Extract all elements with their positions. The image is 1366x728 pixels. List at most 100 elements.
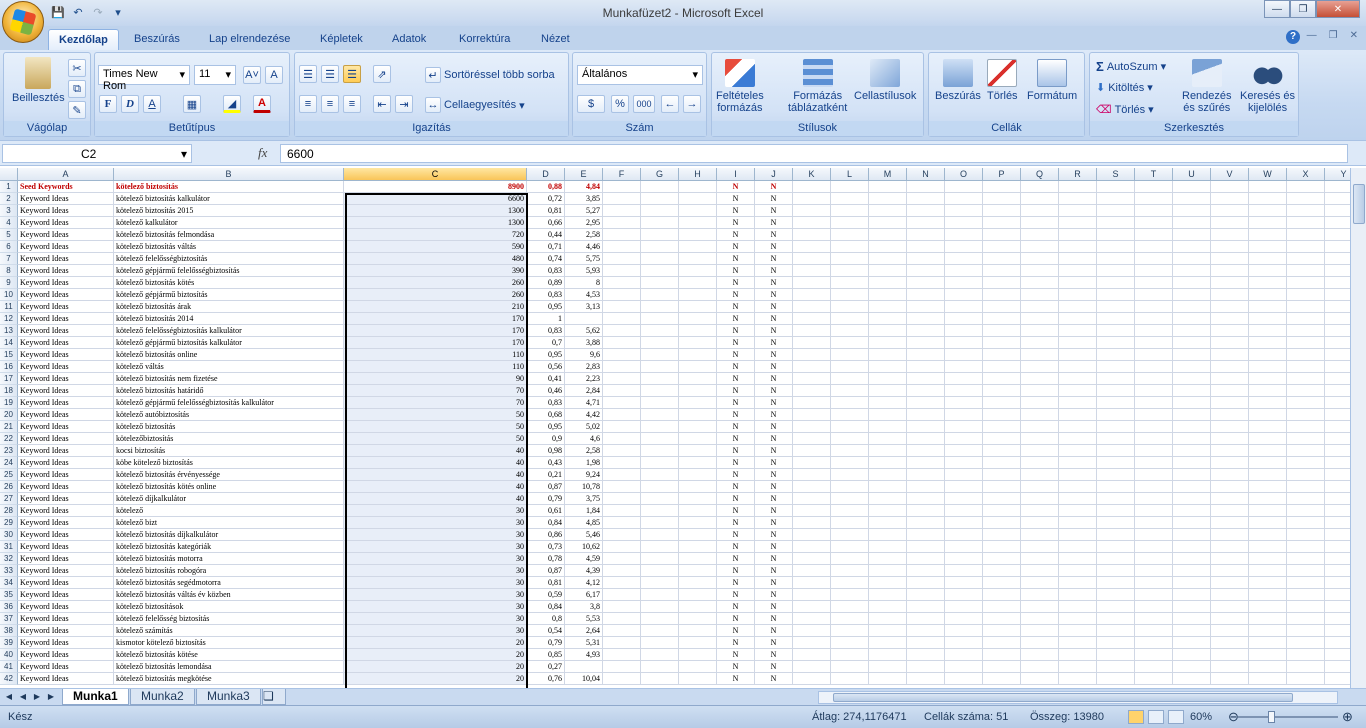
cell[interactable] xyxy=(1021,361,1059,373)
cell[interactable]: N xyxy=(717,469,755,481)
cell[interactable] xyxy=(1059,529,1097,541)
cell[interactable] xyxy=(1325,577,1350,589)
cell[interactable] xyxy=(831,589,869,601)
cell[interactable] xyxy=(793,337,831,349)
cell[interactable] xyxy=(1211,469,1249,481)
cell[interactable]: 40 xyxy=(344,469,527,481)
cell[interactable] xyxy=(1059,361,1097,373)
cell[interactable]: Keyword Ideas xyxy=(18,229,114,241)
cell[interactable]: 0,8 xyxy=(527,613,565,625)
zoom-slider-knob[interactable] xyxy=(1268,711,1275,723)
cell[interactable]: köbe kötelező biztosítás xyxy=(114,457,344,469)
cell[interactable] xyxy=(1173,541,1211,553)
cell[interactable] xyxy=(869,205,907,217)
cell[interactable]: kötelező biztosítás kalkulátor xyxy=(114,193,344,205)
cell[interactable] xyxy=(1325,409,1350,421)
cell[interactable] xyxy=(793,589,831,601)
cell[interactable]: N xyxy=(717,301,755,313)
cell[interactable] xyxy=(1135,517,1173,529)
cell[interactable]: N xyxy=(755,541,793,553)
cell[interactable] xyxy=(983,553,1021,565)
cell[interactable]: 2,83 xyxy=(565,361,603,373)
cell[interactable] xyxy=(679,469,717,481)
cell[interactable]: 40 xyxy=(344,457,527,469)
cell[interactable] xyxy=(1135,661,1173,673)
align-top-icon[interactable]: ☰ xyxy=(299,65,317,83)
cell[interactable] xyxy=(1059,493,1097,505)
cell[interactable] xyxy=(793,613,831,625)
cell[interactable] xyxy=(1249,217,1287,229)
cell[interactable]: 4,42 xyxy=(565,409,603,421)
cell[interactable] xyxy=(1059,373,1097,385)
cell[interactable]: 5,53 xyxy=(565,613,603,625)
cell[interactable] xyxy=(831,409,869,421)
close-button[interactable]: ✕ xyxy=(1316,0,1360,18)
cell[interactable]: 0,43 xyxy=(527,457,565,469)
horizontal-scroll-thumb[interactable] xyxy=(833,693,1293,702)
cell[interactable]: N xyxy=(717,529,755,541)
horizontal-scrollbar[interactable] xyxy=(818,691,1338,704)
cell[interactable] xyxy=(1249,193,1287,205)
cell[interactable] xyxy=(1249,541,1287,553)
cell[interactable] xyxy=(1249,565,1287,577)
cell[interactable] xyxy=(1135,481,1173,493)
cell[interactable]: N xyxy=(717,325,755,337)
cell[interactable] xyxy=(945,493,983,505)
cell[interactable] xyxy=(831,253,869,265)
cell[interactable] xyxy=(1059,193,1097,205)
cell[interactable] xyxy=(1249,409,1287,421)
cell[interactable] xyxy=(869,565,907,577)
cell[interactable] xyxy=(983,397,1021,409)
cell[interactable]: kötelező biztosítás kategóriák xyxy=(114,541,344,553)
cell[interactable] xyxy=(945,241,983,253)
cell[interactable] xyxy=(831,553,869,565)
cell[interactable] xyxy=(793,445,831,457)
cell[interactable] xyxy=(869,217,907,229)
cell[interactable]: kötelező felelősség biztosítás xyxy=(114,613,344,625)
cell[interactable] xyxy=(641,625,679,637)
cell[interactable]: kötelező gépjármű felelősségbiztosítás k… xyxy=(114,397,344,409)
cell[interactable] xyxy=(1287,601,1325,613)
cell[interactable] xyxy=(1173,529,1211,541)
autosum-button[interactable]: Σ AutoSzum ▾ xyxy=(1096,59,1166,74)
cell[interactable] xyxy=(1211,481,1249,493)
cell[interactable] xyxy=(793,565,831,577)
cell[interactable]: N xyxy=(717,421,755,433)
row-header[interactable]: 39 xyxy=(0,637,18,649)
cell[interactable] xyxy=(641,553,679,565)
cell[interactable] xyxy=(1097,529,1135,541)
zoom-level[interactable]: 60% xyxy=(1190,711,1212,723)
cell[interactable] xyxy=(1287,517,1325,529)
cell[interactable] xyxy=(1287,301,1325,313)
cell[interactable] xyxy=(679,625,717,637)
cell[interactable]: 20 xyxy=(344,649,527,661)
cell[interactable] xyxy=(1059,181,1097,193)
cell[interactable] xyxy=(603,253,641,265)
cell[interactable] xyxy=(1135,433,1173,445)
cell[interactable] xyxy=(1097,409,1135,421)
cell[interactable] xyxy=(907,181,945,193)
cell[interactable] xyxy=(983,565,1021,577)
cell[interactable] xyxy=(1325,457,1350,469)
cell[interactable] xyxy=(1059,601,1097,613)
cell[interactable]: N xyxy=(755,505,793,517)
cell[interactable] xyxy=(869,193,907,205)
cell[interactable]: N xyxy=(717,601,755,613)
sort-filter-button[interactable]: Rendezés és szűrés xyxy=(1182,59,1232,114)
row-header[interactable]: 38 xyxy=(0,625,18,637)
cell[interactable] xyxy=(641,217,679,229)
cell[interactable]: N xyxy=(717,445,755,457)
cell[interactable]: Keyword Ideas xyxy=(18,469,114,481)
cell[interactable]: N xyxy=(717,373,755,385)
cell[interactable] xyxy=(869,265,907,277)
cell[interactable]: 0,89 xyxy=(527,277,565,289)
cell[interactable] xyxy=(1287,421,1325,433)
cell[interactable] xyxy=(983,313,1021,325)
cell[interactable] xyxy=(793,217,831,229)
cell[interactable]: kötelező biztosítások xyxy=(114,601,344,613)
cell[interactable] xyxy=(1021,637,1059,649)
cell[interactable] xyxy=(983,325,1021,337)
cell[interactable]: 4,6 xyxy=(565,433,603,445)
cell[interactable]: 0,85 xyxy=(527,649,565,661)
cell[interactable] xyxy=(1211,337,1249,349)
